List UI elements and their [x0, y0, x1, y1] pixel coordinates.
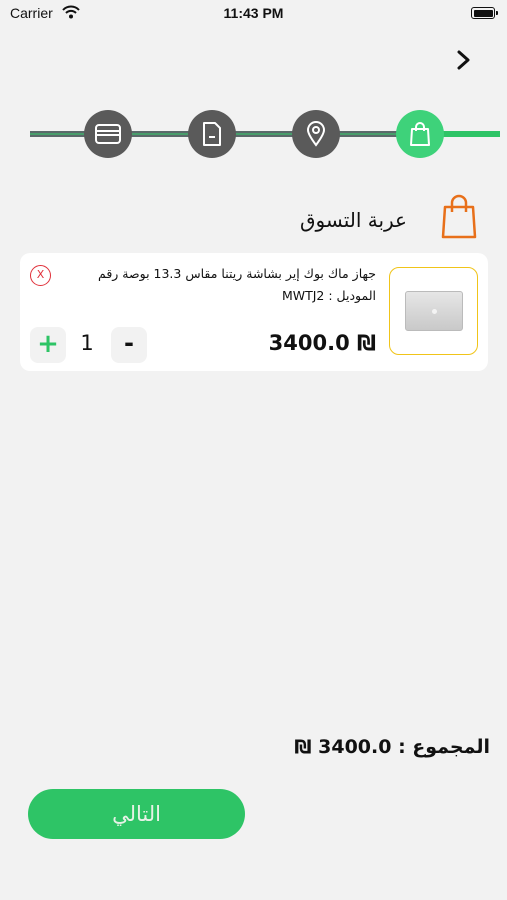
step-address[interactable]	[292, 110, 340, 158]
item-image[interactable]	[389, 267, 478, 355]
clock: 11:43 PM	[223, 5, 284, 21]
cart-item: X جهاز ماك بوك إير بشاشة ريتنا مقاس 13.3…	[20, 253, 488, 371]
chevron-right-icon	[457, 50, 470, 70]
step-payment[interactable]	[84, 110, 132, 158]
item-quantity: 1	[80, 331, 94, 355]
status-bar: Carrier 11:43 PM	[0, 0, 507, 30]
cart-total: المجموع : 3400.0 ₪	[294, 736, 490, 758]
document-icon	[203, 122, 221, 146]
shopping-bag-icon	[410, 122, 430, 146]
item-price: 3400.0 ₪	[268, 331, 376, 355]
decrease-quantity-button[interactable]: -	[111, 327, 147, 363]
back-button[interactable]	[452, 46, 476, 74]
checkout-stepper	[30, 108, 500, 160]
battery-icon	[471, 7, 498, 19]
next-button[interactable]: التالي	[28, 789, 245, 839]
page-title: عربة التسوق	[300, 208, 407, 232]
remove-item-button[interactable]: X	[30, 265, 51, 286]
shopping-bag-icon	[441, 193, 477, 243]
laptop-image	[404, 291, 463, 331]
item-name: جهاز ماك بوك إير بشاشة ريتنا مقاس 13.3 ب…	[98, 266, 376, 281]
step-cart[interactable]	[396, 110, 444, 158]
credit-card-icon	[95, 124, 121, 144]
location-pin-icon	[306, 121, 326, 147]
item-model: الموديل : MWTJ2	[281, 288, 376, 303]
increase-quantity-button[interactable]: +	[30, 327, 66, 363]
step-details[interactable]	[188, 110, 236, 158]
